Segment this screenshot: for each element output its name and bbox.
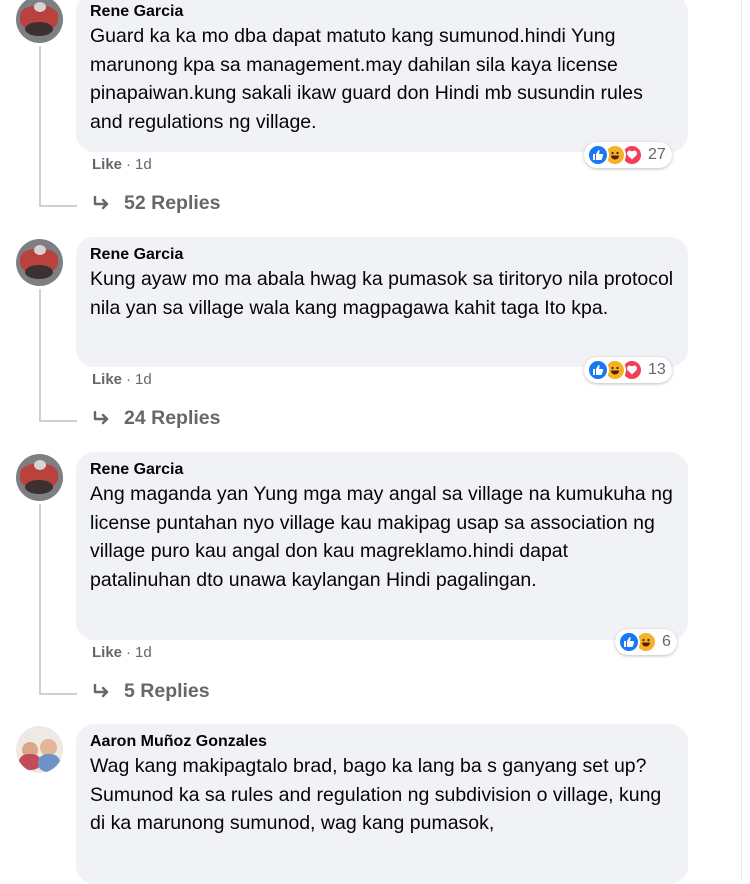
reaction-summary[interactable]: 6 bbox=[615, 629, 677, 655]
comment-bubble: Rene Garcia Guard ka ka mo dba dapat mat… bbox=[76, 0, 688, 152]
comment-text: Ang maganda yan Yung mga may angal sa vi… bbox=[90, 483, 673, 591]
comment-author[interactable]: Rene Garcia bbox=[90, 2, 674, 22]
avatar[interactable] bbox=[16, 726, 63, 773]
view-replies-button[interactable]: 5 Replies bbox=[92, 680, 210, 703]
comment-bubble: Rene Garcia Ang maganda yan Yung mga may… bbox=[76, 452, 688, 640]
replies-count-label: 5 Replies bbox=[124, 680, 210, 702]
thread-branch bbox=[39, 693, 77, 695]
comment-bubble: Rene Garcia Kung ayaw mo ma abala hwag k… bbox=[76, 237, 688, 367]
thread-branch bbox=[39, 205, 77, 207]
comment-text: Guard ka ka mo dba dapat matuto kang sum… bbox=[90, 25, 643, 133]
comment-actions: Like · 1d bbox=[92, 371, 152, 388]
thread-line bbox=[39, 504, 41, 694]
comment-bubble: Aaron Muñoz Gonzales Wag kang makipagtal… bbox=[76, 724, 688, 884]
like-button[interactable]: Like bbox=[92, 371, 122, 388]
comment-author[interactable]: Rene Garcia bbox=[90, 460, 674, 480]
comment-timestamp[interactable]: 1d bbox=[135, 371, 152, 388]
comment-timestamp[interactable]: 1d bbox=[135, 156, 152, 173]
reaction-count: 13 bbox=[648, 361, 666, 378]
view-replies-button[interactable]: 24 Replies bbox=[92, 407, 220, 430]
right-divider bbox=[741, 0, 742, 880]
reaction-summary[interactable]: 13 bbox=[584, 357, 672, 383]
replies-count-label: 52 Replies bbox=[124, 192, 221, 214]
thread-line bbox=[39, 46, 41, 206]
like-button[interactable]: Like bbox=[92, 156, 122, 173]
comment-text: Wag kang makipagtalo brad, bago ka lang … bbox=[90, 755, 662, 834]
reply-arrow-icon bbox=[92, 410, 112, 427]
comment-actions: Like · 1d bbox=[92, 156, 152, 173]
comment-text: Kung ayaw mo ma abala hwag ka pumasok sa… bbox=[90, 268, 674, 319]
like-button[interactable]: Like bbox=[92, 644, 122, 661]
like-icon bbox=[587, 144, 609, 166]
reaction-summary[interactable]: 27 bbox=[584, 142, 672, 168]
comment-author[interactable]: Rene Garcia bbox=[90, 245, 674, 265]
comment-actions: Like · 1d bbox=[92, 644, 152, 661]
avatar[interactable] bbox=[16, 454, 63, 501]
reply-arrow-icon bbox=[92, 195, 112, 212]
reaction-count: 6 bbox=[662, 633, 671, 650]
comment-thread: Rene Garcia Guard ka ka mo dba dapat mat… bbox=[0, 0, 750, 884]
like-icon bbox=[587, 359, 609, 381]
avatar[interactable] bbox=[16, 0, 63, 43]
thread-line bbox=[39, 289, 41, 421]
like-icon bbox=[618, 631, 640, 653]
comment-timestamp[interactable]: 1d bbox=[135, 644, 152, 661]
replies-count-label: 24 Replies bbox=[124, 407, 221, 429]
avatar[interactable] bbox=[16, 239, 63, 286]
reply-arrow-icon bbox=[92, 683, 112, 700]
reaction-count: 27 bbox=[648, 146, 666, 163]
comment-author[interactable]: Aaron Muñoz Gonzales bbox=[90, 732, 674, 752]
view-replies-button[interactable]: 52 Replies bbox=[92, 192, 220, 215]
thread-branch bbox=[39, 420, 77, 422]
